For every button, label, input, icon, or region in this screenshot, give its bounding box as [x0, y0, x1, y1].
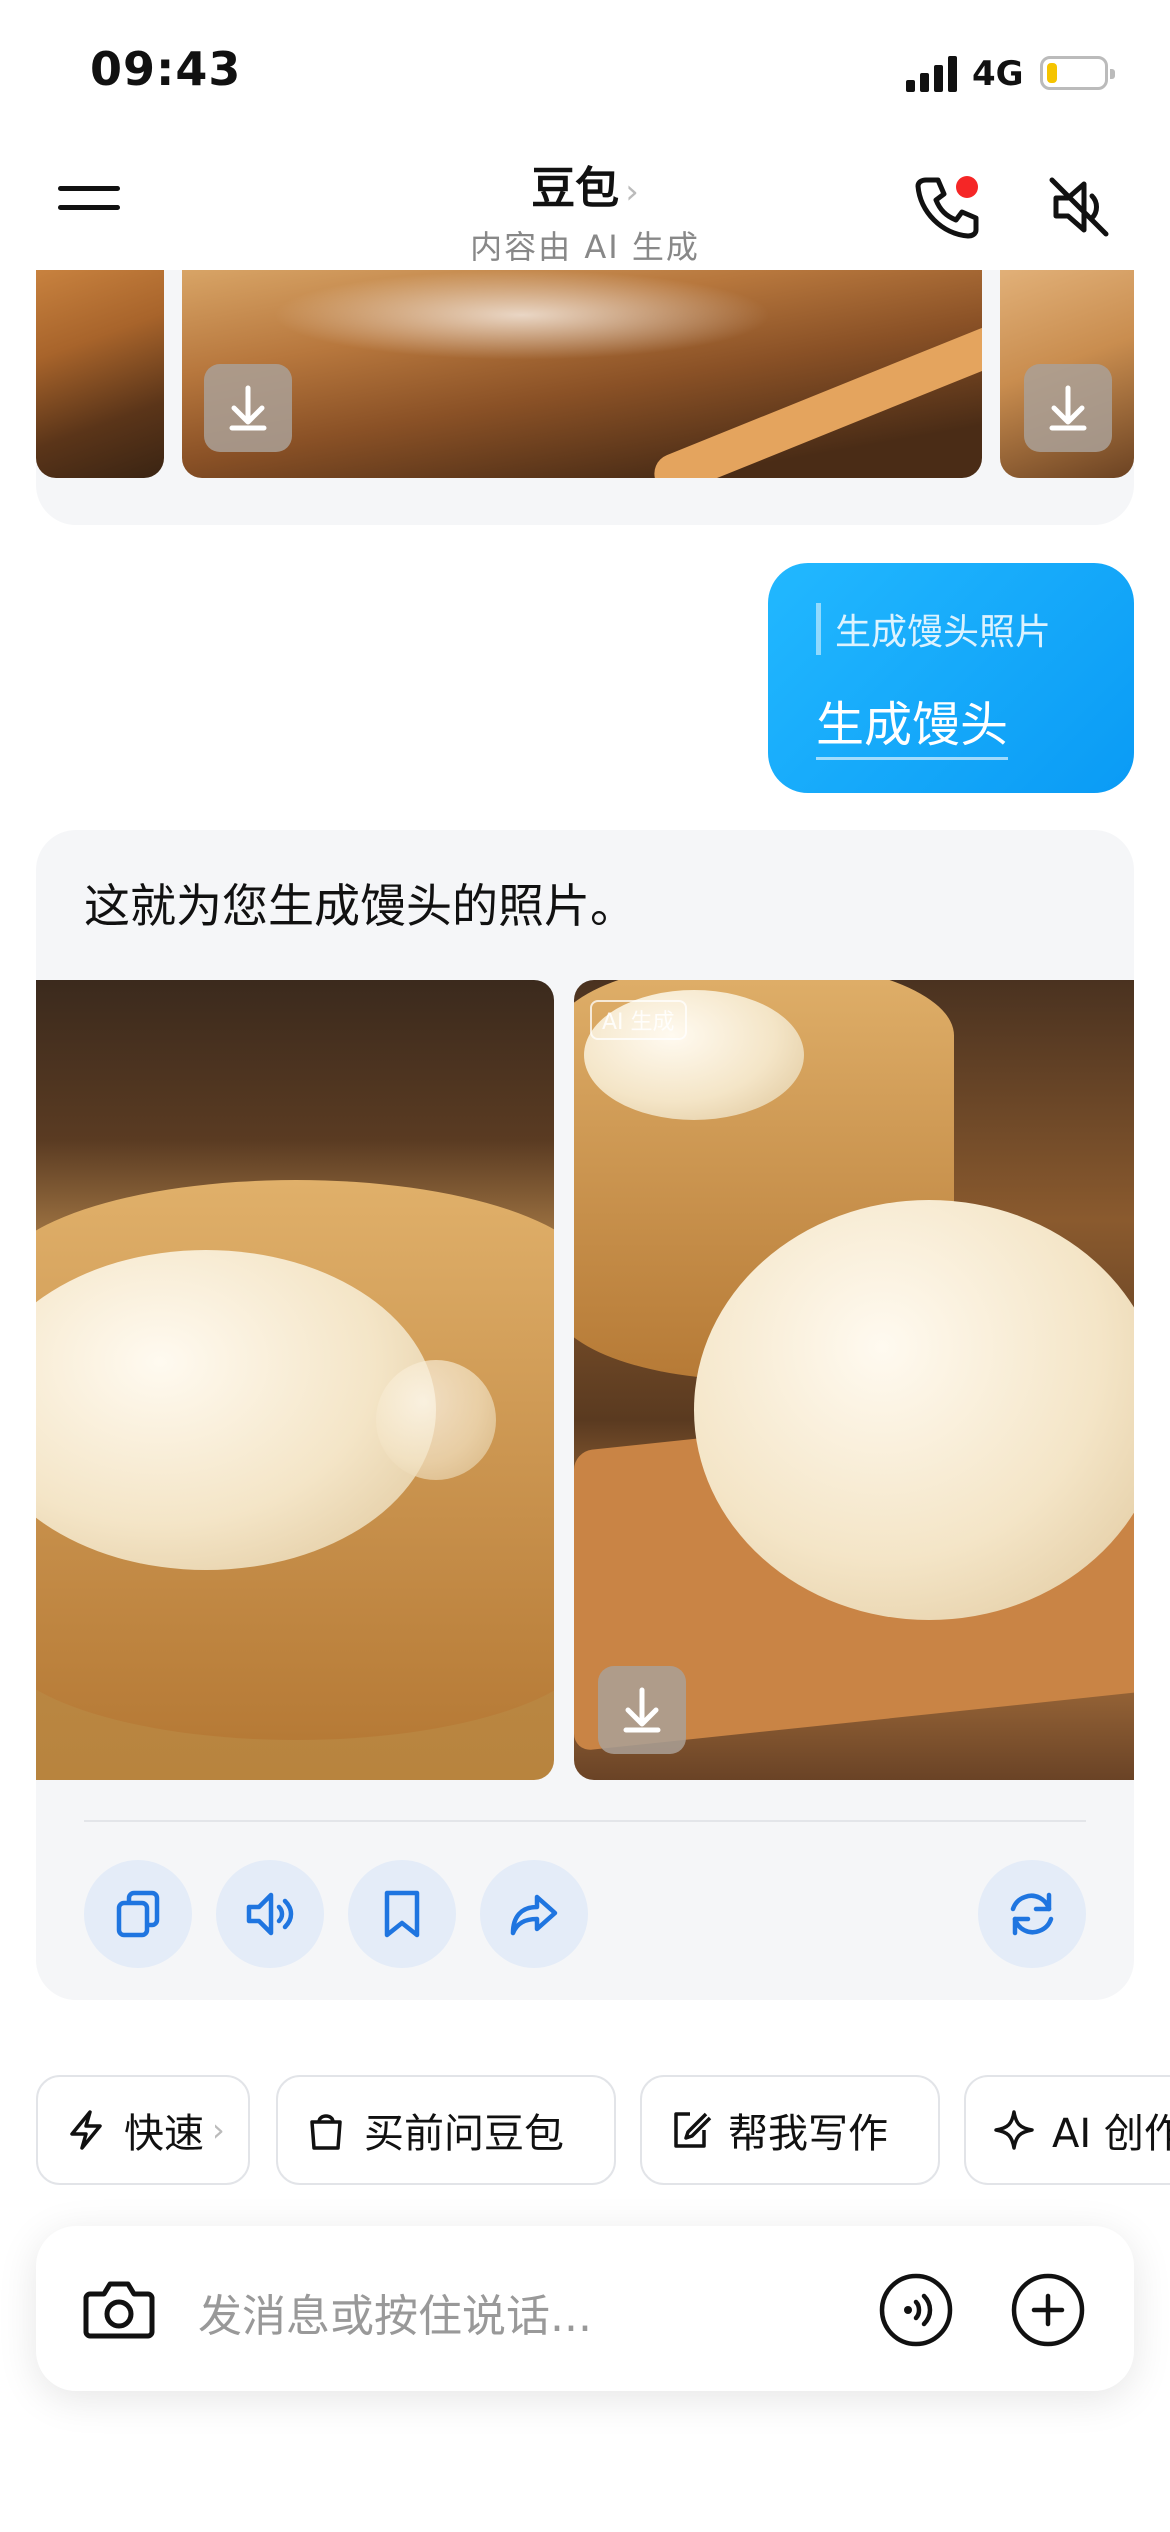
download-icon — [1049, 385, 1087, 431]
ai-generated-badge: AI 生成 — [590, 1000, 687, 1040]
speaker-icon — [246, 1892, 294, 1936]
speaker-mute-icon[interactable] — [1046, 174, 1112, 240]
assistant-message-text: 这就为您生成馒头的照片。 — [84, 879, 636, 933]
chip-label: 快速 — [124, 2111, 204, 2157]
chat-title: 豆包 — [531, 163, 620, 214]
notification-dot — [956, 176, 978, 198]
download-button[interactable] — [204, 364, 292, 452]
read-aloud-button[interactable] — [216, 1860, 324, 1968]
camera-icon[interactable] — [82, 2274, 156, 2344]
chevron-right-icon: › — [625, 172, 639, 212]
generated-image[interactable] — [1000, 270, 1134, 478]
chip-label: AI 创作 — [1052, 2111, 1170, 2157]
chip-label: 帮我写作 — [728, 2111, 888, 2157]
regenerate-icon — [1010, 1892, 1054, 1936]
quick-action-ai-create[interactable]: AI 创作 — [964, 2075, 1170, 2185]
download-button[interactable] — [598, 1666, 686, 1754]
status-time: 09:43 — [90, 42, 242, 96]
quoted-message: 生成馒头照片 — [816, 603, 1104, 655]
user-message-bubble[interactable]: 生成馒头照片 生成馒头 — [768, 563, 1134, 793]
chat-title-area[interactable]: 豆包 › 内容由 AI 生成 — [0, 152, 1170, 268]
edit-icon — [674, 2112, 712, 2148]
ai-disclaimer: 内容由 AI 生成 — [470, 228, 700, 266]
copy-icon — [116, 1890, 160, 1938]
battery-icon — [1040, 56, 1115, 90]
generated-image[interactable] — [182, 270, 982, 478]
quick-action-fast[interactable]: 快速 › — [36, 2075, 250, 2185]
generated-image[interactable] — [36, 980, 554, 1780]
chevron-right-icon: › — [212, 2111, 225, 2149]
network-label: 4G — [972, 54, 1024, 94]
chip-label: 买前问豆包 — [364, 2111, 564, 2157]
download-icon — [623, 1687, 661, 1733]
download-icon — [229, 385, 267, 431]
voice-input-icon[interactable] — [878, 2272, 954, 2348]
user-message-text: 生成馒头 — [816, 685, 1009, 760]
download-button[interactable] — [1024, 364, 1112, 452]
generated-image[interactable]: AI 生成 — [574, 980, 1134, 1780]
copy-button[interactable] — [84, 1860, 192, 1968]
share-button[interactable] — [480, 1860, 588, 1968]
signal-icon — [906, 56, 957, 92]
divider — [84, 1820, 1086, 1822]
bookmark-button[interactable] — [348, 1860, 456, 1968]
generated-image[interactable] — [36, 270, 164, 478]
regenerate-button[interactable] — [978, 1860, 1086, 1968]
assistant-message-card: 这就为您生成馒头的照片。 AI 生成 — [36, 830, 1134, 2000]
bookmark-icon — [384, 1890, 420, 1938]
bolt-icon — [70, 2110, 102, 2150]
previous-image-card — [36, 270, 1134, 525]
message-input[interactable]: 发消息或按住说话... — [198, 2280, 592, 2344]
share-icon — [510, 1894, 558, 1936]
quick-action-writing[interactable]: 帮我写作 — [640, 2075, 940, 2185]
plus-icon[interactable] — [1010, 2272, 1086, 2348]
quick-action-shopping[interactable]: 买前问豆包 — [276, 2075, 616, 2185]
sparkle-icon — [994, 2110, 1034, 2150]
shopping-bag-icon — [310, 2114, 342, 2150]
message-input-bar: 发消息或按住说话... — [36, 2226, 1134, 2391]
